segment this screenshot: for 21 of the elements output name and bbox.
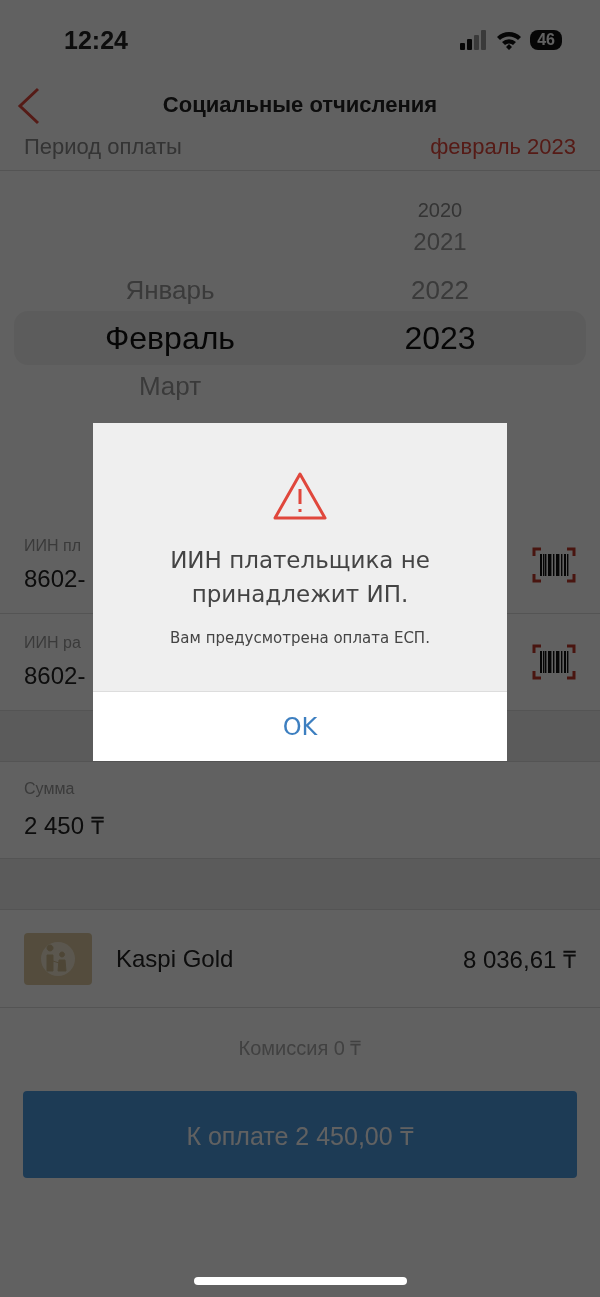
screen-title: Социальные отчисления	[162, 92, 438, 118]
card-name[interactable]: Kaspi Gold	[116, 944, 463, 973]
picker-item[interactable]: Февраль	[104, 319, 236, 357]
pay-button[interactable]: К оплате 2 450,00 ₸	[23, 1091, 577, 1178]
signal-icon	[460, 30, 489, 50]
period-value[interactable]: февраль 2023	[430, 134, 576, 160]
ok-button[interactable]: OK	[93, 691, 507, 761]
barcode-scan-icon[interactable]	[532, 644, 576, 680]
wifi-icon	[496, 30, 523, 50]
field-value[interactable]: 2 450 ₸	[24, 807, 104, 841]
dialog-title: ИИН плательщика не принадлежит ИП.	[169, 546, 431, 609]
field-value[interactable]: 8602-	[24, 662, 86, 690]
card-icon	[24, 932, 92, 985]
barcode-scan-icon[interactable]	[532, 547, 576, 583]
status-time: 12:24	[64, 25, 128, 55]
dialog-message: Вам предусмотрена оплата ЕСП.	[170, 629, 430, 647]
picker-item[interactable]: 2023	[404, 319, 476, 357]
field-value[interactable]: 8602-	[24, 565, 86, 593]
battery-level: 46	[530, 30, 562, 50]
warning-icon	[272, 471, 328, 521]
card-balance: 8 036,61 ₸	[462, 945, 576, 975]
